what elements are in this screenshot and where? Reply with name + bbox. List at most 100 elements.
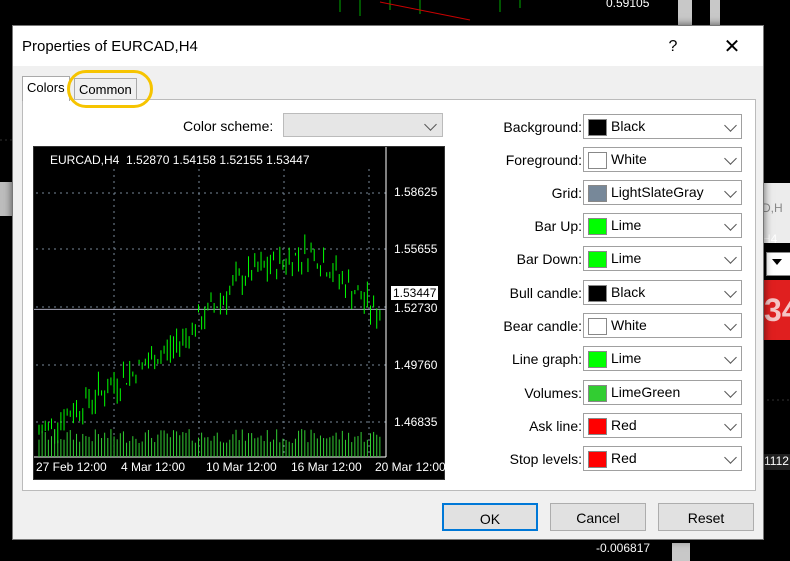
color-select[interactable]: Black — [583, 114, 742, 139]
chevron-down-icon — [724, 119, 737, 132]
color-swatch — [588, 251, 607, 268]
color-name: White — [611, 151, 647, 167]
color-select[interactable]: White — [583, 313, 742, 338]
close-button[interactable]: ✕ — [714, 34, 750, 60]
background-window-title: D,H — [762, 201, 783, 215]
property-label: Grid: — [551, 185, 582, 201]
property-row: Stop levels: Red — [453, 446, 753, 472]
property-label: Foreground: — [505, 152, 582, 168]
color-swatch — [588, 152, 607, 169]
chevron-down-icon — [724, 385, 737, 398]
highlight-circle — [67, 70, 153, 108]
color-name: Red — [611, 450, 637, 466]
property-label: Stop levels: — [509, 451, 582, 467]
property-row: Line graph: Lime — [453, 346, 753, 372]
color-select[interactable]: LimeGreen — [583, 380, 742, 405]
property-label: Bar Up: — [534, 218, 582, 234]
chart-preview-canvas — [34, 147, 387, 458]
background-value-label: 1112 — [764, 454, 790, 470]
color-select[interactable]: Lime — [583, 213, 742, 238]
property-row: Bar Up: Lime — [453, 213, 753, 239]
cancel-button[interactable]: Cancel — [550, 503, 646, 531]
property-label: Ask line: — [529, 418, 582, 434]
x-tick-label: 4 Mar 12:00 — [121, 460, 186, 474]
property-row: Bar Down: Lime — [453, 246, 753, 272]
color-name: White — [611, 317, 647, 333]
color-name: Lime — [611, 250, 642, 266]
chevron-down-icon — [724, 185, 737, 198]
color-name: Black — [611, 284, 646, 300]
help-button[interactable]: ? — [658, 34, 688, 60]
x-tick-label: 27 Feb 12:00 — [36, 460, 107, 474]
chart-header: EURCAD,H4 1.52870 1.54158 1.52155 1.5344… — [50, 153, 310, 167]
chevron-down-icon — [424, 118, 437, 131]
color-scheme-label: Color scheme: — [183, 118, 274, 134]
property-label: Volumes: — [524, 385, 582, 401]
background-dropdown[interactable] — [766, 252, 790, 276]
y-tick-label: 1.52730 — [394, 301, 438, 315]
color-swatch — [588, 119, 607, 136]
chevron-down-icon — [724, 218, 737, 231]
x-tick-label: 16 Mar 12:00 — [291, 460, 362, 474]
color-swatch — [588, 285, 607, 302]
color-name: Red — [611, 417, 637, 433]
property-row: Grid: LightSlateGray — [453, 180, 753, 206]
x-tick-label: 20 Mar 12:00 — [375, 460, 446, 474]
color-select[interactable]: Black — [583, 280, 742, 305]
reset-button[interactable]: Reset — [658, 503, 754, 531]
color-select[interactable]: White — [583, 147, 742, 172]
chevron-down-icon — [724, 418, 737, 431]
chevron-down-icon — [724, 152, 737, 165]
property-row: Background: Black — [453, 114, 753, 140]
property-label: Background: — [503, 119, 582, 135]
current-price-label: 1.53447 — [391, 286, 439, 300]
property-label: Line graph: — [511, 351, 582, 367]
color-select[interactable]: Lime — [583, 346, 742, 371]
color-name: Black — [611, 118, 646, 134]
y-tick-label: 1.46835 — [394, 415, 438, 429]
chevron-down-icon — [724, 351, 737, 364]
property-row: Bull candle: Black — [453, 280, 753, 306]
tab-colors[interactable]: Colors — [22, 76, 70, 101]
background-sell-price[interactable]: 34 — [762, 280, 790, 340]
color-name: LightSlateGray — [611, 184, 704, 200]
color-name: Lime — [611, 350, 642, 366]
color-select[interactable]: Red — [583, 413, 742, 438]
color-select[interactable]: Red — [583, 446, 742, 471]
color-swatch — [588, 218, 607, 235]
y-tick-label: 1.58625 — [394, 185, 438, 199]
color-swatch — [588, 318, 607, 335]
property-label: Bar Down: — [516, 251, 582, 267]
color-swatch — [588, 418, 607, 435]
property-row: Volumes: LimeGreen — [453, 380, 753, 406]
background-scrollbar — [678, 0, 692, 28]
x-tick-label: 10 Mar 12:00 — [206, 460, 277, 474]
property-row: Foreground: White — [453, 147, 753, 173]
property-label: Bear candle: — [503, 318, 582, 334]
background-price-label: 0.59105 — [600, 0, 686, 14]
chevron-down-icon — [724, 451, 737, 464]
color-name: Lime — [611, 217, 642, 233]
dialog-title: Properties of EURCAD,H4 — [22, 38, 198, 55]
color-select[interactable]: Lime — [583, 246, 742, 271]
background-timeframe-label: H4 — [762, 232, 778, 246]
property-label: Bull candle: — [509, 285, 582, 301]
background-scrollbar-bottom[interactable] — [672, 543, 690, 561]
chevron-down-icon — [724, 285, 737, 298]
chart-preview: EURCAD,H4 1.52870 1.54158 1.52155 1.5344… — [33, 146, 446, 480]
y-tick-label: 1.55655 — [394, 242, 438, 256]
color-scheme-select[interactable] — [283, 113, 443, 137]
color-swatch — [588, 385, 607, 402]
background-scrollbar-2 — [710, 0, 720, 26]
chevron-down-icon — [724, 251, 737, 264]
property-row: Bear candle: White — [453, 313, 753, 339]
color-select[interactable]: LightSlateGray — [583, 180, 742, 205]
properties-dialog: Properties of EURCAD,H4 ? ✕ Colors Commo… — [12, 25, 764, 540]
dialog-titlebar[interactable]: Properties of EURCAD,H4 ? ✕ — [13, 26, 763, 66]
ok-button[interactable]: OK — [442, 503, 538, 531]
color-name: LimeGreen — [611, 384, 681, 400]
color-swatch — [588, 351, 607, 368]
background-indicator-value: -0.006817 — [596, 541, 651, 555]
property-row: Ask line: Red — [453, 413, 753, 439]
y-tick-label: 1.49760 — [394, 358, 438, 372]
